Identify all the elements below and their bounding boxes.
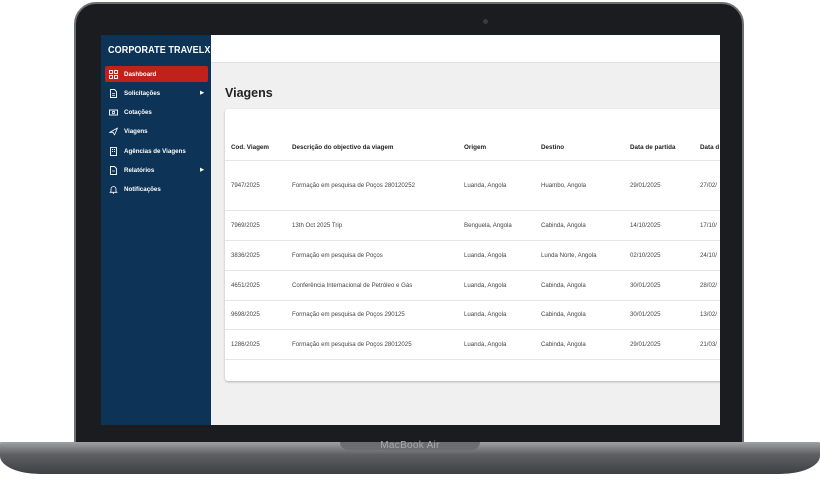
cell-departure: 30/01/2025 xyxy=(630,282,661,289)
cell-departure: 29/01/2025 xyxy=(630,341,661,348)
top-bar xyxy=(211,35,720,63)
camera-icon xyxy=(483,19,488,24)
bell-icon xyxy=(109,185,118,194)
cell-return: 21/03/ xyxy=(700,341,717,348)
cell-return: 24/10/ xyxy=(700,252,717,259)
row-divider xyxy=(225,270,720,271)
sidebar-item-label: Notificações xyxy=(124,185,161,193)
row-divider xyxy=(225,300,720,301)
app-screen: CORPORATE TRAVELX Dashboard Solicitações… xyxy=(101,35,720,425)
cell-description: Formação em pesquisa de Poços xyxy=(292,252,383,259)
building-icon xyxy=(109,146,118,156)
sidebar-item-label: Viagens xyxy=(124,127,148,135)
sidebar-item-label: Dashboard xyxy=(124,70,157,78)
sidebar-item-notificacoes[interactable]: Notificações xyxy=(105,181,208,197)
plane-icon xyxy=(109,127,118,136)
cell-code: 7947/2025 xyxy=(231,182,260,189)
cell-destination: Cabinda, Angola xyxy=(541,222,586,229)
cell-origin: Luanda, Angola xyxy=(464,252,507,259)
cell-description: Conferência Internacional de Petróleo e … xyxy=(292,282,413,289)
sidebar-item-label: Solicitações xyxy=(124,89,161,97)
cell-description: Formação em pesquisa de Poços 28012025 xyxy=(292,341,412,348)
chevron-right-icon: ▶ xyxy=(200,167,204,173)
cell-destination: Cabinda, Angola xyxy=(541,282,586,289)
cell-departure: 14/10/2025 xyxy=(630,222,661,229)
column-header-description[interactable]: Descrição do objectivo da viagem xyxy=(292,144,394,151)
cell-description: Formação em pesquisa de Poços 280120252 xyxy=(292,182,415,189)
cell-destination: Lunda Norte, Angola xyxy=(541,252,597,259)
money-icon xyxy=(109,108,118,117)
dashboard-icon xyxy=(109,69,118,79)
cell-departure: 30/01/2025 xyxy=(630,311,661,318)
cell-description: Formação em pesquisa de Poços 290125 xyxy=(292,311,405,318)
sidebar-item-label: Cotações xyxy=(124,108,152,116)
cell-code: 7969/2025 xyxy=(231,222,260,229)
sidebar-item-viagens[interactable]: Viagens xyxy=(105,123,208,139)
app-brand[interactable]: CORPORATE TRAVELX xyxy=(108,44,210,56)
row-divider xyxy=(225,210,720,211)
cell-code: 9698/2025 xyxy=(231,311,260,318)
row-divider xyxy=(225,329,720,330)
cell-code: 4651/2025 xyxy=(231,282,260,289)
cell-return: 28/02/ xyxy=(700,282,717,289)
cell-return: 13/02/ xyxy=(700,311,717,318)
sidebar-item-label: Agências de Viagens xyxy=(124,147,186,155)
sidebar-item-label: Relatórios xyxy=(124,166,155,174)
sidebar: CORPORATE TRAVELX Dashboard Solicitações… xyxy=(101,35,211,425)
column-header-destination[interactable]: Destino xyxy=(541,144,564,151)
cell-code: 3836/2025 xyxy=(231,252,260,259)
sidebar-item-relatorios[interactable]: Relatórios ▶ xyxy=(105,162,208,178)
sidebar-item-agencias[interactable]: Agências de Viagens xyxy=(105,143,208,159)
cell-origin: Benguela, Angola xyxy=(464,222,512,229)
cell-origin: Luanda, Angola xyxy=(464,282,507,289)
header-divider xyxy=(225,160,720,161)
cell-code: 1286/2025 xyxy=(231,341,260,348)
chevron-right-icon: ▶ xyxy=(200,90,204,96)
column-header-code[interactable]: Cod. Viagem xyxy=(231,144,269,151)
sidebar-item-solicitacoes[interactable]: Solicitações ▶ xyxy=(105,85,208,101)
cell-origin: Luanda, Angola xyxy=(464,311,507,318)
cell-origin: Luanda, Angola xyxy=(464,341,507,348)
cell-description: 13th Oct 2025 Trip xyxy=(292,222,343,229)
cell-departure: 29/01/2025 xyxy=(630,182,661,189)
cell-destination: Cabinda, Angola xyxy=(541,311,586,318)
device-label: MacBook Air xyxy=(380,440,440,451)
trips-table: Cod. Viagem Descrição do objectivo da vi… xyxy=(225,109,720,381)
sidebar-item-dashboard[interactable]: Dashboard xyxy=(105,66,208,82)
report-icon xyxy=(109,165,118,175)
cell-destination: Huambo, Angola xyxy=(541,182,587,189)
cell-return: 17/10/ xyxy=(700,222,717,229)
sidebar-item-cotacoes[interactable]: Cotações xyxy=(105,104,208,120)
cell-origin: Luanda, Angola xyxy=(464,182,507,189)
cell-departure: 02/10/2025 xyxy=(630,252,661,259)
cell-return: 27/02/ xyxy=(700,182,717,189)
column-header-departure[interactable]: Data de partida xyxy=(630,144,676,151)
cell-destination: Cabinda, Angola xyxy=(541,341,586,348)
page-title: Viagens xyxy=(225,86,273,100)
column-header-origin[interactable]: Origem xyxy=(464,144,486,151)
row-divider xyxy=(225,359,720,360)
row-divider xyxy=(225,240,720,241)
laptop-frame: CORPORATE TRAVELX Dashboard Solicitações… xyxy=(0,0,820,481)
document-icon xyxy=(109,88,118,98)
column-header-return[interactable]: Data d xyxy=(700,144,719,151)
